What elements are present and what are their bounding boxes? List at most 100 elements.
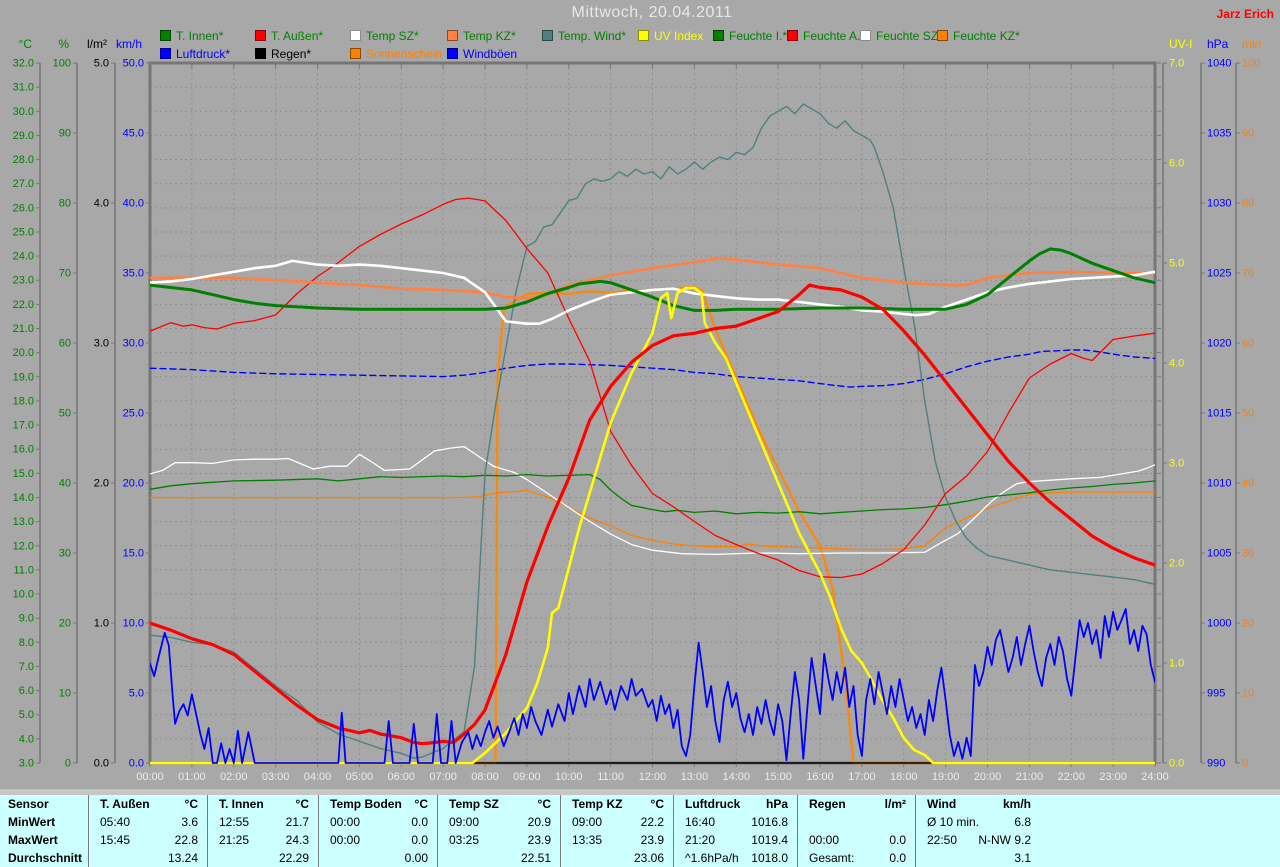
cell-right: °C <box>650 797 664 811</box>
cell-left: 00:00 <box>809 833 840 847</box>
axis-tick-label: 5.0 <box>1169 258 1184 270</box>
table-header-wind: Wind km/h <box>915 795 1040 813</box>
axis-tick-label: 6.0 <box>19 685 34 697</box>
axis-tick-label: 50.0 <box>123 58 144 70</box>
cell-left: T. Innen <box>219 797 264 811</box>
series-luftdruck <box>150 349 1155 388</box>
axis-tick-label: 30 <box>59 548 71 560</box>
row-label-durchschnitt: Durchschnitt <box>8 851 83 865</box>
table-cell-temp-kz: 13:35 23.9 <box>560 831 673 849</box>
table-cell-wind: Ø 10 min. 6.8 <box>915 813 1040 831</box>
cell-left: 09:00 <box>572 815 603 829</box>
cell-right: 22.2 <box>640 815 664 829</box>
cell-right: l/m² <box>884 797 906 811</box>
cell-right: 13.24 <box>167 851 198 865</box>
axis-tick-label: 10.0 <box>123 618 144 630</box>
cell-right: 24.3 <box>285 833 309 847</box>
axis-tick-label: 5.0 <box>19 709 34 721</box>
cell-right: N-NW 9.2 <box>978 833 1031 847</box>
x-tick-label: 21:00 <box>1016 771 1044 783</box>
axis-tick-label: 90 <box>1242 128 1254 140</box>
x-tick-label: 05:00 <box>346 771 374 783</box>
summary-table: Sensor T. Außen °C T. Innen °C Temp Boden °C Te… <box>0 795 1280 867</box>
table-cell-luftdruck: 16:40 1016.8 <box>673 813 797 831</box>
cell-right: 0.00 <box>404 851 428 865</box>
cell-left: 21:20 <box>685 833 716 847</box>
axis-tick-label: 20 <box>59 618 71 630</box>
axis-uv: 7.0 6.0 5.0 4.0 3.0 2.0 1.0 0.0 UV-I <box>1162 37 1192 770</box>
axis-tick-label: 60 <box>59 338 71 350</box>
x-tick-label: 00:00 <box>136 771 164 783</box>
axis-tick-label: 80 <box>59 198 71 210</box>
table-cell-regen: 00:00 0.0 <box>797 831 915 849</box>
axis-tick-label: 1015 <box>1207 408 1231 420</box>
table-cell-regen <box>797 813 915 831</box>
cell-left: 13:35 <box>572 833 603 847</box>
cell-left: 05:40 <box>100 815 131 829</box>
axis-tick-label: 50 <box>1242 408 1254 420</box>
app-window: Mittwoch, 20.04.2011 Jarz Erich T. Innen… <box>0 0 1280 867</box>
table-header-temp-boden: Temp Boden °C <box>318 795 437 813</box>
cell-left: Gesamt: <box>809 851 855 865</box>
axis-tick-label: 100 <box>1242 58 1260 70</box>
cell-left: ^1.6hPa/h <box>685 851 739 865</box>
axis-tick-label: 4.0 <box>1169 358 1184 370</box>
axis-tick-label: 12.0 <box>13 540 34 552</box>
axis-tick-label: 995 <box>1207 688 1225 700</box>
axis-tick-label: 90 <box>59 128 71 140</box>
table-cell-t-au-en: 15:45 22.8 <box>88 831 207 849</box>
cell-left: Luftdruck <box>685 797 741 811</box>
x-tick-label: 03:00 <box>262 771 290 783</box>
axis-title-percent: % <box>58 37 69 51</box>
table-filler <box>1040 813 1280 831</box>
cell-right: 22.51 <box>520 851 551 865</box>
axis-tick-label: 0 <box>1242 758 1248 770</box>
x-tick-label: 13:00 <box>681 771 709 783</box>
row-label-minwert: MinWert <box>8 815 56 829</box>
axis-tick-label: 28.0 <box>13 154 34 166</box>
cell-left: Regen <box>809 797 846 811</box>
cell-right: 22.29 <box>278 851 309 865</box>
cell-left: Wind <box>927 797 957 811</box>
axis-tick-label: 3.0 <box>19 758 34 770</box>
cell-left: 21:25 <box>219 833 250 847</box>
cell-left: Temp KZ <box>572 797 623 811</box>
table-cell-t-au-en: 05:40 3.6 <box>88 813 207 831</box>
axis-tick-label: 25.0 <box>123 408 144 420</box>
cell-right: °C <box>537 797 551 811</box>
table-cell-luftdruck: 21:20 1019.4 <box>673 831 797 849</box>
cell-right: 0.0 <box>889 833 906 847</box>
cell-left: 00:00 <box>330 815 361 829</box>
row-label-maxwert: MaxWert <box>8 833 58 847</box>
axis-tick-label: 10.0 <box>13 589 34 601</box>
axis-tick-label: 1005 <box>1207 548 1231 560</box>
axis-tick-label: 0.0 <box>129 758 144 770</box>
axis-min: 1009080706050403020100min <box>1235 37 1261 770</box>
axis-tick-label: 45.0 <box>123 128 144 140</box>
cell-left: T. Außen <box>100 797 150 811</box>
axis-tick-label: 16.0 <box>13 444 34 456</box>
axis-tick-label: 4.0 <box>94 198 109 210</box>
x-tick-label: 06:00 <box>387 771 415 783</box>
axis-tick-label: 5.0 <box>94 58 109 70</box>
axis-tick-label: 1020 <box>1207 338 1231 350</box>
cell-right: 6.8 <box>1014 815 1031 829</box>
axis-tick-label: 4.0 <box>19 733 34 745</box>
table-filler <box>1040 831 1280 849</box>
axis-tick-label: 18.0 <box>13 395 34 407</box>
axis-title-lm2: l/m² <box>87 37 107 51</box>
cell-right: 20.9 <box>527 815 551 829</box>
axis-tick-label: 24.0 <box>13 251 34 263</box>
axis-tick-label: 0.0 <box>94 758 109 770</box>
axis-tick-label: 13.0 <box>13 516 34 528</box>
axis-tick-label: 0 <box>65 758 71 770</box>
axis-tick-label: 15.0 <box>123 548 144 560</box>
axis-tick-label: 3.0 <box>94 338 109 350</box>
x-tick-label: 22:00 <box>1057 771 1085 783</box>
table-header-luftdruck: Luftdruck hPa <box>673 795 797 813</box>
axis-tick-label: 25.0 <box>13 226 34 238</box>
axis-tick-label: 5.0 <box>129 688 144 700</box>
cell-right: 0.0 <box>411 815 428 829</box>
x-tick-label: 15:00 <box>764 771 792 783</box>
axis-title-min: min <box>1242 37 1261 51</box>
